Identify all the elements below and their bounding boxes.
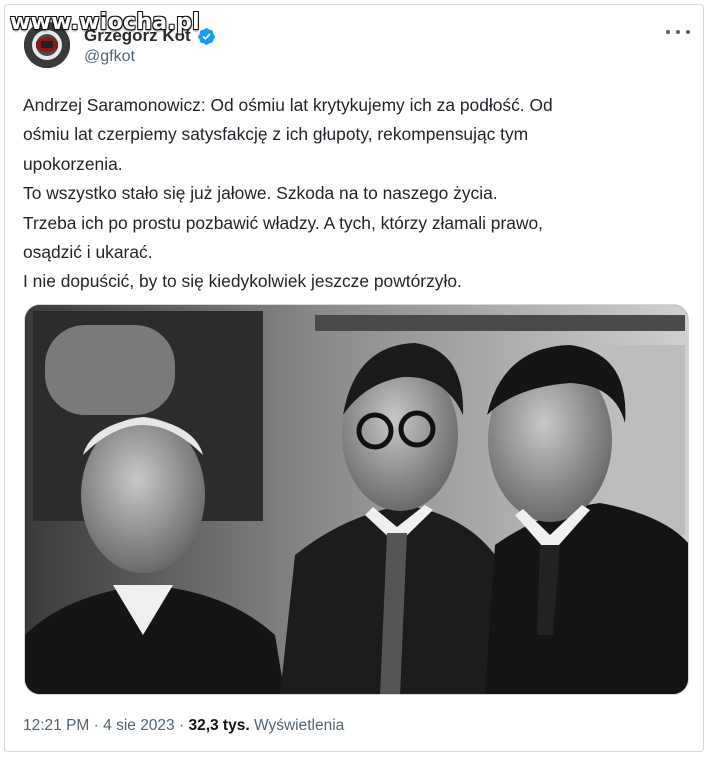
watermark: www.wiocha.pl: [10, 10, 200, 35]
meta-separator: ·: [89, 717, 104, 734]
tweet-line: osądzić i ukarać.: [23, 242, 153, 263]
view-count: 32,3 tys.: [188, 717, 250, 734]
tweet-line: ośmiu lat czerpiemy satysfakcję z ich gł…: [23, 124, 529, 145]
tweet-photo[interactable]: [24, 304, 689, 695]
photo-illustration: [25, 305, 688, 694]
meta-separator: ·: [174, 717, 189, 734]
author-handle[interactable]: @gfkot: [84, 48, 135, 66]
tweet-line: Trzeba ich po prostu pozbawić władzy. A …: [23, 212, 544, 233]
tweet-line: Andrzej Saramonowicz: Od ośmiu lat kryty…: [23, 95, 553, 115]
views-label: Wyświetlenia: [249, 717, 345, 734]
more-options-icon[interactable]: [666, 22, 690, 42]
tweet-time[interactable]: 12:21 PM: [23, 717, 89, 734]
tweet-line: upokorzenia.: [23, 153, 123, 174]
tweet-meta: 12:21 PM · 4 sie 2023 · 32,3 tys. Wyświe…: [23, 717, 344, 735]
tweet-date[interactable]: 4 sie 2023: [103, 717, 175, 734]
tweet-line: To wszystko stało się już jałowe. Szkoda…: [23, 183, 498, 204]
tweet-text: Andrzej Saramonowicz: Od ośmiu lat kryty…: [23, 91, 685, 297]
tweet-line: I nie dopuścić, by to się kiedykolwiek j…: [23, 271, 462, 292]
